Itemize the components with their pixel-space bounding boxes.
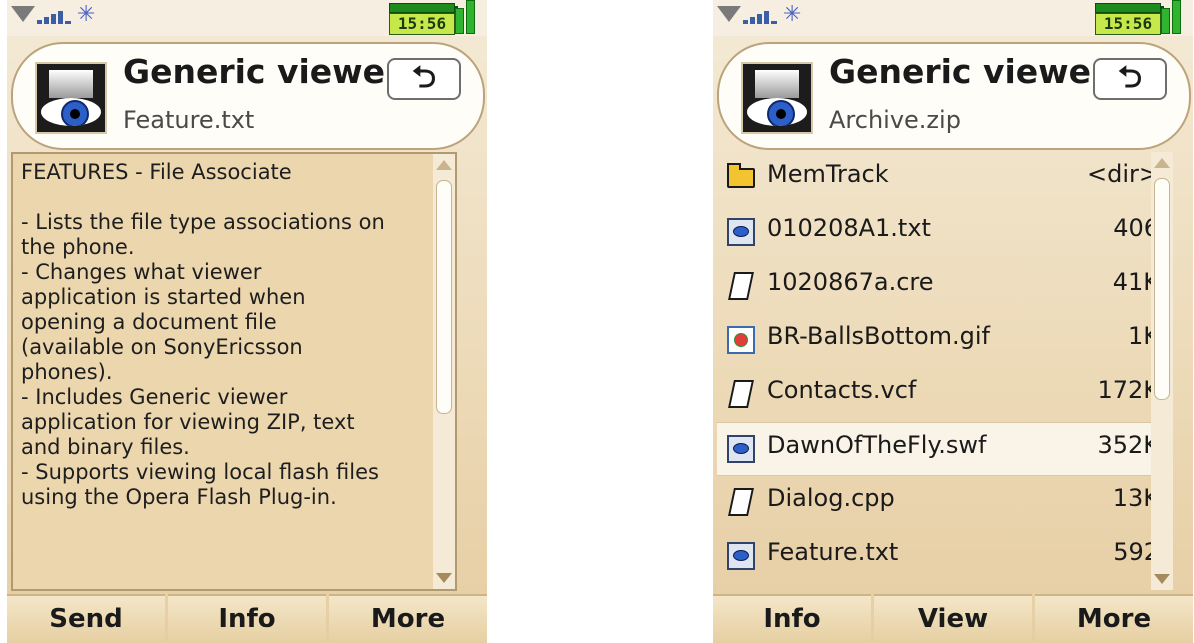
app-header: Generic viewer Archive.zip ⮌ [717,42,1191,150]
phone-screen-text-viewer: ✳ 15:56 Generic viewer Feature.txt ⮌ FEA… [7,0,487,643]
scrollbar[interactable] [1151,152,1173,590]
text-line: the phone. [21,235,135,259]
back-arrow-icon: ⮌ [1117,60,1143,95]
file-name-cell: 1020867a.cre [767,268,934,296]
phone-screen-archive-viewer: ✳ 15:56 Generic viewer Archive.zip ⮌ Mem… [713,0,1193,643]
clock-battery: 15:56 [389,3,458,35]
list-item[interactable]: Feature.txt 592 [717,530,1165,582]
text-line [21,185,441,210]
image-file-icon [727,326,755,354]
app-title: Generic viewer [829,52,1108,91]
file-size-cell: <dir> [1087,160,1159,188]
battery-level-icon [455,0,483,34]
file-name-cell: DawnOfTheFly.swf [767,431,987,459]
clock-time: 15:56 [1095,13,1161,35]
status-bar: ✳ 15:56 [7,0,487,36]
text-line: - Changes what viewer [21,260,262,284]
text-line: opening a document file [21,310,277,334]
battery-level-icon [1161,0,1189,34]
generic-viewer-eye-icon [35,62,107,134]
signal-strength-icon [37,8,71,24]
scroll-file-icon [728,380,754,408]
file-name-cell: Dialog.cpp [767,484,895,512]
battery-icon [389,3,458,13]
text-line: (available on SonyEricsson [21,335,303,359]
list-item[interactable]: MemTrack <dir> [717,152,1165,204]
scroll-file-icon [728,488,754,516]
bluetooth-icon: ✳ [783,2,802,27]
scrollbar-thumb[interactable] [1154,178,1170,400]
text-line: - Supports viewing local flash files [21,460,379,484]
bluetooth-icon: ✳ [77,2,96,27]
info-button[interactable]: Info [713,594,871,643]
text-line: using the Opera Flash Plug-in. [21,485,337,509]
network-icon [717,6,741,22]
text-line: FEATURES - File Associate [21,160,292,184]
scroll-down-arrow-icon[interactable] [436,573,452,583]
info-button[interactable]: Info [168,594,326,643]
list-item-selected[interactable]: DawnOfTheFly.swf 352K [717,422,1165,476]
file-name-cell: Feature.txt [767,538,899,566]
clock-battery: 15:56 [1095,3,1164,35]
list-item[interactable]: Dialog.cpp 13K [717,476,1165,528]
signal-strength-icon [743,8,777,24]
clock-time: 15:56 [389,13,455,35]
eye-file-icon [727,218,755,246]
document-text: FEATURES - File Associate - Lists the fi… [21,160,441,510]
eye-file-icon [727,435,755,463]
scroll-up-arrow-icon[interactable] [436,160,452,170]
text-line: - Lists the file type associations on [21,210,385,234]
file-name: Archive.zip [829,106,961,134]
file-name-cell: Contacts.vcf [767,376,917,404]
battery-icon [1095,3,1164,13]
app-header: Generic viewer Feature.txt ⮌ [11,42,485,150]
list-item[interactable]: 010208A1.txt 406 [717,206,1165,258]
file-name: Feature.txt [123,106,255,134]
file-name-cell: MemTrack [767,160,889,188]
back-arrow-icon: ⮌ [411,60,437,95]
file-name-cell: 010208A1.txt [767,214,931,242]
network-icon [11,6,35,22]
eye-file-icon [727,542,755,570]
text-line: application is started when [21,285,306,309]
list-item[interactable]: 1020867a.cre 41K [717,260,1165,312]
text-line: application for viewing ZIP, text [21,410,355,434]
list-item[interactable]: BR-BallsBottom.gif 1K [717,314,1165,366]
file-size-cell: 352K [1097,431,1159,459]
file-list: MemTrack <dir> 010208A1.txt 406 1020867a… [713,152,1173,590]
text-content-area[interactable]: FEATURES - File Associate - Lists the fi… [11,152,457,591]
generic-viewer-eye-icon [741,62,813,134]
back-button[interactable]: ⮌ [387,58,461,100]
softkey-bar: Send Info More [7,594,487,643]
scroll-file-icon [728,272,754,300]
text-line: and binary files. [21,435,190,459]
app-title: Generic viewer [123,52,402,91]
scrollbar[interactable] [433,154,455,589]
view-button[interactable]: View [874,594,1032,643]
status-bar: ✳ 15:56 [713,0,1193,36]
text-line: phones). [21,360,113,384]
folder-icon [727,163,755,188]
list-item[interactable]: Contacts.vcf 172K [717,368,1165,420]
scroll-up-arrow-icon[interactable] [1154,158,1170,168]
text-line: - Includes Generic viewer [21,385,288,409]
softkey-bar: Info View More [713,594,1193,643]
file-name-cell: BR-BallsBottom.gif [767,322,990,350]
back-button[interactable]: ⮌ [1093,58,1167,100]
file-size-cell: 172K [1097,376,1159,404]
more-button[interactable]: More [1035,594,1193,643]
send-button[interactable]: Send [7,594,165,643]
scrollbar-thumb[interactable] [436,180,452,414]
scroll-down-arrow-icon[interactable] [1154,574,1170,584]
more-button[interactable]: More [329,594,487,643]
